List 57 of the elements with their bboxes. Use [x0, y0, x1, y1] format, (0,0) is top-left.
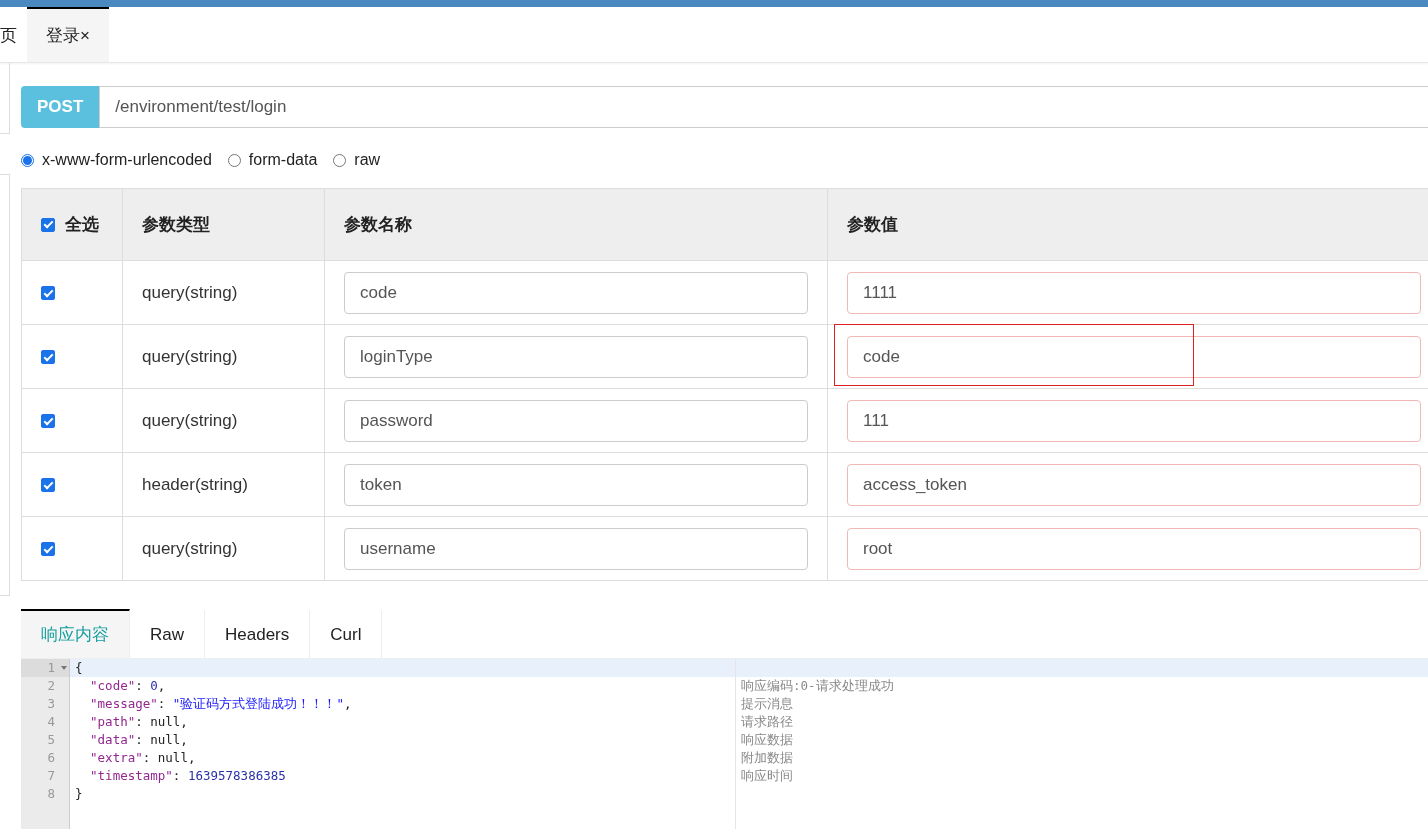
param-name-field[interactable]: username: [344, 527, 808, 570]
param-name-field[interactable]: loginType: [344, 335, 808, 378]
code-line: "timestamp": 1639578386385: [89, 767, 286, 785]
line-number: 5: [47, 732, 55, 747]
field-comment: 响应编码:0-请求处理成功: [741, 678, 894, 693]
column-header: 参数名称: [344, 215, 412, 234]
param-type: query(string): [142, 346, 238, 366]
param-type: query(string): [142, 410, 238, 430]
code-line: {: [75, 659, 83, 677]
column-header: 全选: [65, 214, 99, 236]
line-number: 6: [47, 750, 55, 765]
code-line: "code": 0,: [89, 677, 166, 695]
page-tab[interactable]: 页: [0, 7, 27, 62]
code-line: "message": "验证码方式登陆成功！！！",: [89, 695, 352, 713]
page-tab[interactable]: 登录×: [27, 7, 109, 62]
field-comment: 附加数据: [741, 750, 793, 765]
param-value-field[interactable]: 1111: [847, 271, 1421, 314]
response-tab[interactable]: Curl: [310, 609, 383, 658]
param-name-field[interactable]: password: [344, 399, 808, 442]
row-checkbox[interactable]: [41, 478, 55, 492]
code-line: }: [75, 785, 83, 803]
field-comment: 响应数据: [741, 732, 793, 747]
code-line: "path": null,: [89, 713, 188, 731]
column-header: 参数值: [847, 215, 898, 234]
row-checkbox[interactable]: [41, 414, 55, 428]
line-number: 3: [47, 696, 55, 711]
code-line: "data": null,: [89, 731, 188, 749]
url-field[interactable]: /environment/test/login: [99, 86, 1428, 128]
line-number: 1: [47, 660, 55, 675]
select-all-checkbox[interactable]: [41, 217, 55, 232]
field-comment: 提示消息: [741, 696, 793, 711]
param-name-field[interactable]: token: [344, 463, 808, 506]
line-number: 4: [47, 714, 55, 729]
body-type-radio[interactable]: raw: [333, 151, 381, 169]
param-value-field[interactable]: access_token: [847, 463, 1421, 506]
line-number: 7: [47, 768, 55, 783]
row-checkbox[interactable]: [41, 542, 55, 556]
param-type: query(string): [142, 538, 238, 558]
line-number: 8: [47, 786, 55, 801]
response-tab[interactable]: Raw: [130, 609, 205, 658]
field-comment: 请求路径: [741, 714, 793, 729]
field-comment: 响应时间: [741, 768, 793, 783]
row-checkbox[interactable]: [41, 286, 55, 300]
param-type: query(string): [142, 282, 238, 302]
param-type: header(string): [142, 474, 248, 494]
code-line: "extra": null,: [89, 749, 196, 767]
radio-label: raw: [354, 151, 381, 169]
body-type-radio[interactable]: form-data: [227, 151, 318, 169]
param-value-field[interactable]: root: [847, 527, 1421, 570]
row-checkbox[interactable]: [41, 350, 55, 364]
param-name-field[interactable]: code: [344, 271, 808, 314]
param-value-field[interactable]: 111: [847, 399, 1421, 442]
response-tab[interactable]: Headers: [205, 609, 311, 658]
param-value-field[interactable]: code: [847, 335, 1421, 378]
radio-label: form-data: [248, 151, 318, 169]
line-number: 2: [47, 678, 55, 693]
column-header: 参数类型: [142, 215, 210, 234]
